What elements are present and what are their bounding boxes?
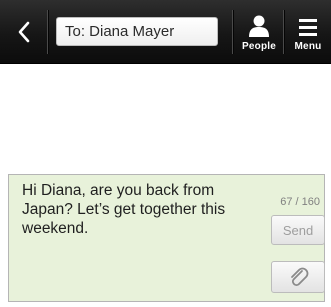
send-button[interactable]: Send [271,215,325,245]
compose-area: Hi Diana, are you back from Japan? Let’s… [8,174,325,302]
people-label: People [242,41,276,52]
menu-label: Menu [294,41,322,52]
message-input[interactable]: Hi Diana, are you back from Japan? Let’s… [22,181,242,238]
divider [232,10,233,54]
paperclip-icon [291,267,309,287]
top-bar: To: Diana Mayer People Menu [0,0,331,64]
back-button[interactable] [8,14,40,50]
menu-button[interactable]: Menu [285,10,331,56]
chevron-left-icon [18,21,30,43]
recipient-field[interactable]: To: Diana Mayer [56,17,218,46]
divider [47,10,48,54]
message-thread[interactable] [0,64,331,174]
character-counter: 67 / 160 [280,196,320,208]
divider [283,10,284,54]
person-icon [249,15,269,37]
people-button[interactable]: People [236,10,282,56]
menu-icon [299,19,317,36]
attach-button[interactable] [271,261,325,293]
